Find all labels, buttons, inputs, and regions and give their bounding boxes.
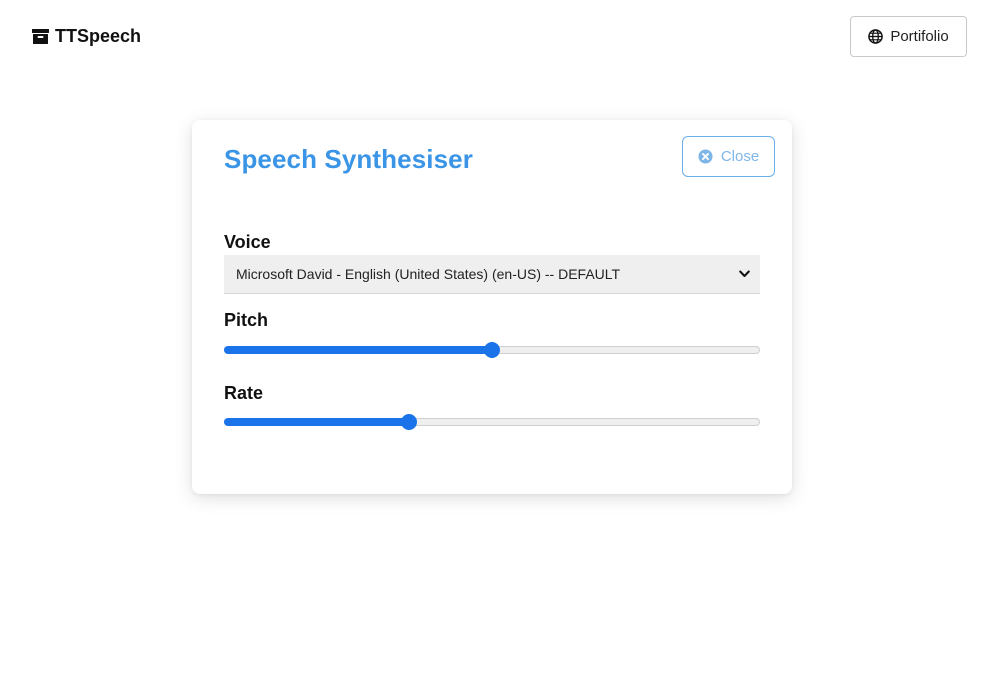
close-button[interactable]: Close: [682, 136, 775, 177]
times-circle-icon: [698, 149, 713, 164]
speech-synthesiser-card: Speech Synthesiser Close Voice Microsoft…: [192, 120, 792, 494]
pitch-slider[interactable]: [224, 342, 760, 358]
pitch-label: Pitch: [224, 310, 269, 330]
brand[interactable]: TTSpeech: [32, 26, 141, 47]
brand-label: TTSpeech: [55, 26, 142, 46]
rate-slider-fill: [224, 418, 409, 426]
card-title: Speech Synthesiser: [224, 144, 473, 174]
voice-selected-value: Microsoft David - English (United States…: [236, 266, 621, 282]
voice-select[interactable]: Microsoft David - English (United States…: [224, 255, 760, 294]
rate-slider[interactable]: [224, 414, 760, 430]
voice-label: Voice: [224, 232, 271, 252]
archive-box-icon: [32, 29, 49, 44]
portfolio-label: Portifolio: [890, 28, 949, 45]
pitch-slider-fill: [224, 346, 492, 354]
pitch-slider-thumb[interactable]: [484, 342, 500, 358]
globe-icon: [868, 29, 884, 44]
close-label: Close: [720, 148, 760, 165]
rate-slider-thumb[interactable]: [401, 414, 417, 430]
portfolio-button[interactable]: Portifolio: [850, 16, 967, 57]
rate-label: Rate: [224, 383, 264, 403]
chevron-down-icon: [739, 270, 750, 278]
